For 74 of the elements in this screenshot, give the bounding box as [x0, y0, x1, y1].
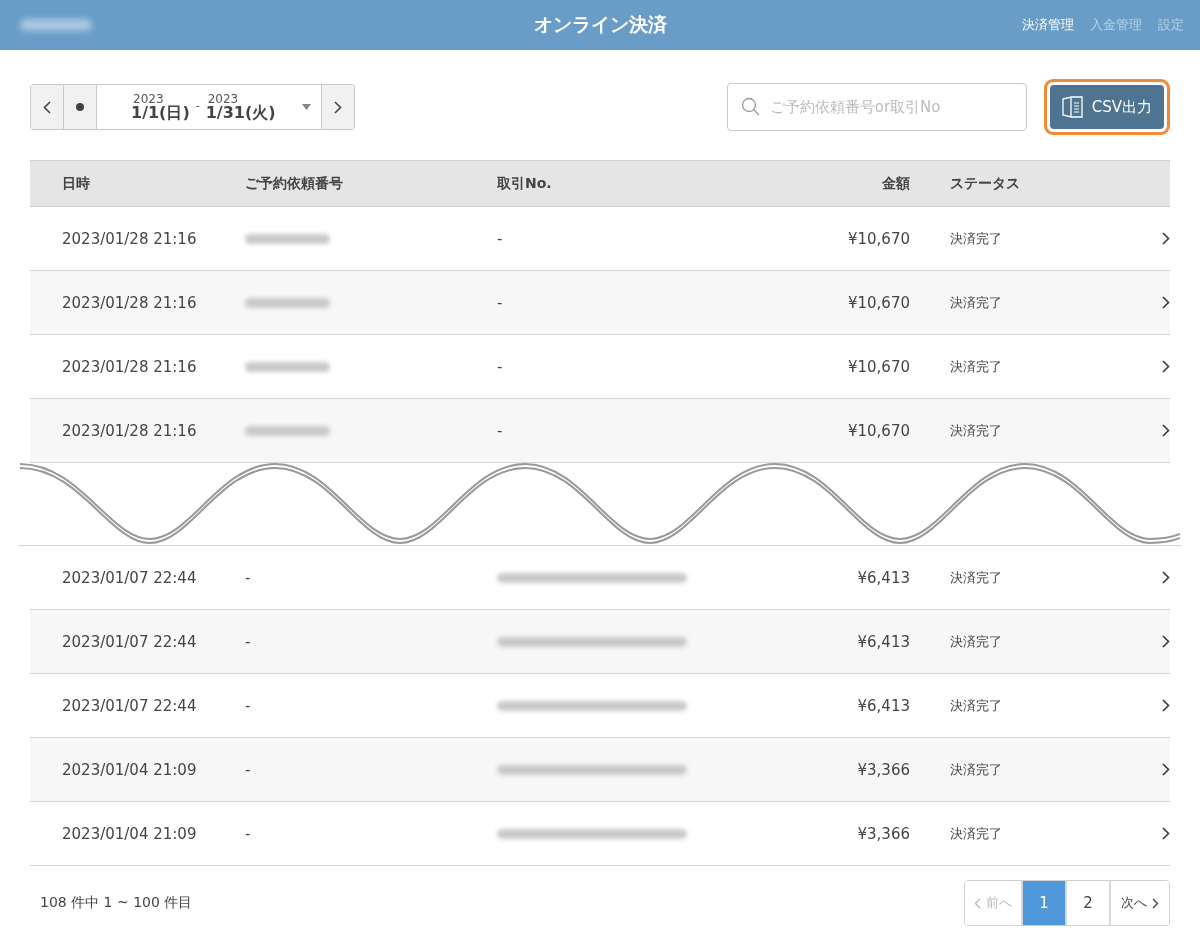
chevron-right-icon	[1162, 763, 1170, 776]
result-count: 108 件中 1 ~ 100 件目	[40, 894, 193, 912]
blurred-logo	[20, 19, 92, 31]
table-row[interactable]: 2023/01/28 21:16 - ¥10,670 決済完了	[30, 399, 1170, 463]
status-cell-text: 決済完了	[949, 293, 1003, 312]
booking-number-cell: -	[245, 568, 251, 587]
transaction-number-cell: -	[497, 357, 503, 376]
status-cell-text: 決済完了	[949, 760, 1003, 779]
amount-cell-text: ¥10,670	[846, 293, 910, 312]
datetime-cell-text: 2023/01/28 21:16	[61, 293, 198, 312]
next-button[interactable]	[321, 85, 354, 129]
amount-cell-text: ¥3,366	[856, 824, 910, 843]
table-row[interactable]: 2023/01/07 22:44 - ¥6,413 決済完了	[30, 610, 1170, 674]
booking-number-cell: -	[245, 632, 251, 651]
datetime-cell-text: 2023/01/04 21:09	[61, 760, 198, 779]
today-button[interactable]	[64, 85, 97, 129]
chevron-left-icon	[974, 897, 981, 909]
datetime-cell-text: 2023/01/07 22:44	[61, 632, 198, 651]
datetime-cell-text: 2023/01/28 21:16	[61, 421, 198, 440]
column-header: ステータス	[949, 174, 1021, 193]
chevron-left-icon	[43, 100, 51, 114]
chevron-right-icon	[1162, 699, 1170, 712]
datetime-cell-text: 2023/01/07 22:44	[61, 568, 198, 587]
caret-icon	[302, 104, 311, 110]
column-header: 日時	[61, 174, 91, 193]
table-row[interactable]: 2023/01/04 21:09 - ¥3,366 決済完了	[30, 738, 1170, 802]
column-header: 金額	[881, 174, 910, 193]
datetime-cell-text: 2023/01/07 22:44	[61, 696, 198, 715]
end-year: 2023	[206, 93, 240, 105]
chevron-right-icon	[1162, 232, 1170, 245]
chevron-right-icon	[1162, 296, 1170, 309]
booking-number-cell: -	[245, 824, 251, 843]
page-title: オンライン決済	[532, 12, 668, 37]
status-cell-text: 決済完了	[949, 421, 1003, 440]
booking-number-cell: -	[245, 760, 251, 779]
start-date: 1/1(日)	[131, 105, 190, 121]
booking-number-cell: -	[245, 696, 251, 715]
chevron-right-icon	[1162, 571, 1170, 584]
status-cell-text: 決済完了	[949, 229, 1003, 248]
search-field[interactable]: ご予約依頼番号or取引No	[726, 83, 1027, 131]
dot-icon	[76, 103, 84, 111]
status-cell-text: 決済完了	[949, 696, 1003, 715]
column-header: ご予約依頼番号	[245, 174, 344, 193]
status-cell-text: 決済完了	[949, 357, 1003, 376]
datetime-cell-text: 2023/01/28 21:16	[61, 357, 198, 376]
chevron-right-icon	[1152, 897, 1159, 909]
transaction-number-cell: -	[497, 229, 503, 248]
amount-cell-text: ¥10,670	[846, 357, 910, 376]
amount-cell-text: ¥10,670	[846, 229, 910, 248]
transaction-number-cell: -	[497, 293, 503, 312]
column-header: 取引No.	[497, 174, 553, 193]
amount-cell-text: ¥10,670	[846, 421, 910, 440]
end-date: 1/31(火)	[205, 105, 276, 121]
amount-cell-text: ¥6,413	[856, 696, 910, 715]
chevron-right-icon	[334, 100, 342, 114]
chevron-right-icon	[1162, 424, 1170, 437]
document-icon	[1061, 96, 1084, 118]
csv-export-button[interactable]: CSV出力	[1049, 85, 1164, 129]
chevron-right-icon	[1162, 360, 1170, 373]
amount-cell-text: ¥6,413	[856, 568, 910, 587]
search-icon	[740, 97, 760, 116]
datetime-cell-text: 2023/01/28 21:16	[61, 229, 198, 248]
start-year: 2023	[132, 93, 165, 105]
status-cell-text: 決済完了	[949, 632, 1003, 651]
chevron-right-icon	[1162, 827, 1170, 840]
range-separator: -	[195, 99, 200, 112]
table-row[interactable]: 2023/01/28 21:16 - ¥10,670 決済完了	[30, 271, 1170, 335]
datetime-cell-text: 2023/01/04 21:09	[61, 824, 198, 843]
amount-cell-text: ¥6,413	[856, 632, 910, 651]
status-cell-text: 決済完了	[949, 568, 1003, 587]
transaction-number-cell: -	[497, 421, 503, 440]
amount-cell-text: ¥3,366	[856, 760, 910, 779]
chevron-right-icon	[1162, 635, 1170, 648]
status-cell-text: 決済完了	[949, 824, 1003, 843]
